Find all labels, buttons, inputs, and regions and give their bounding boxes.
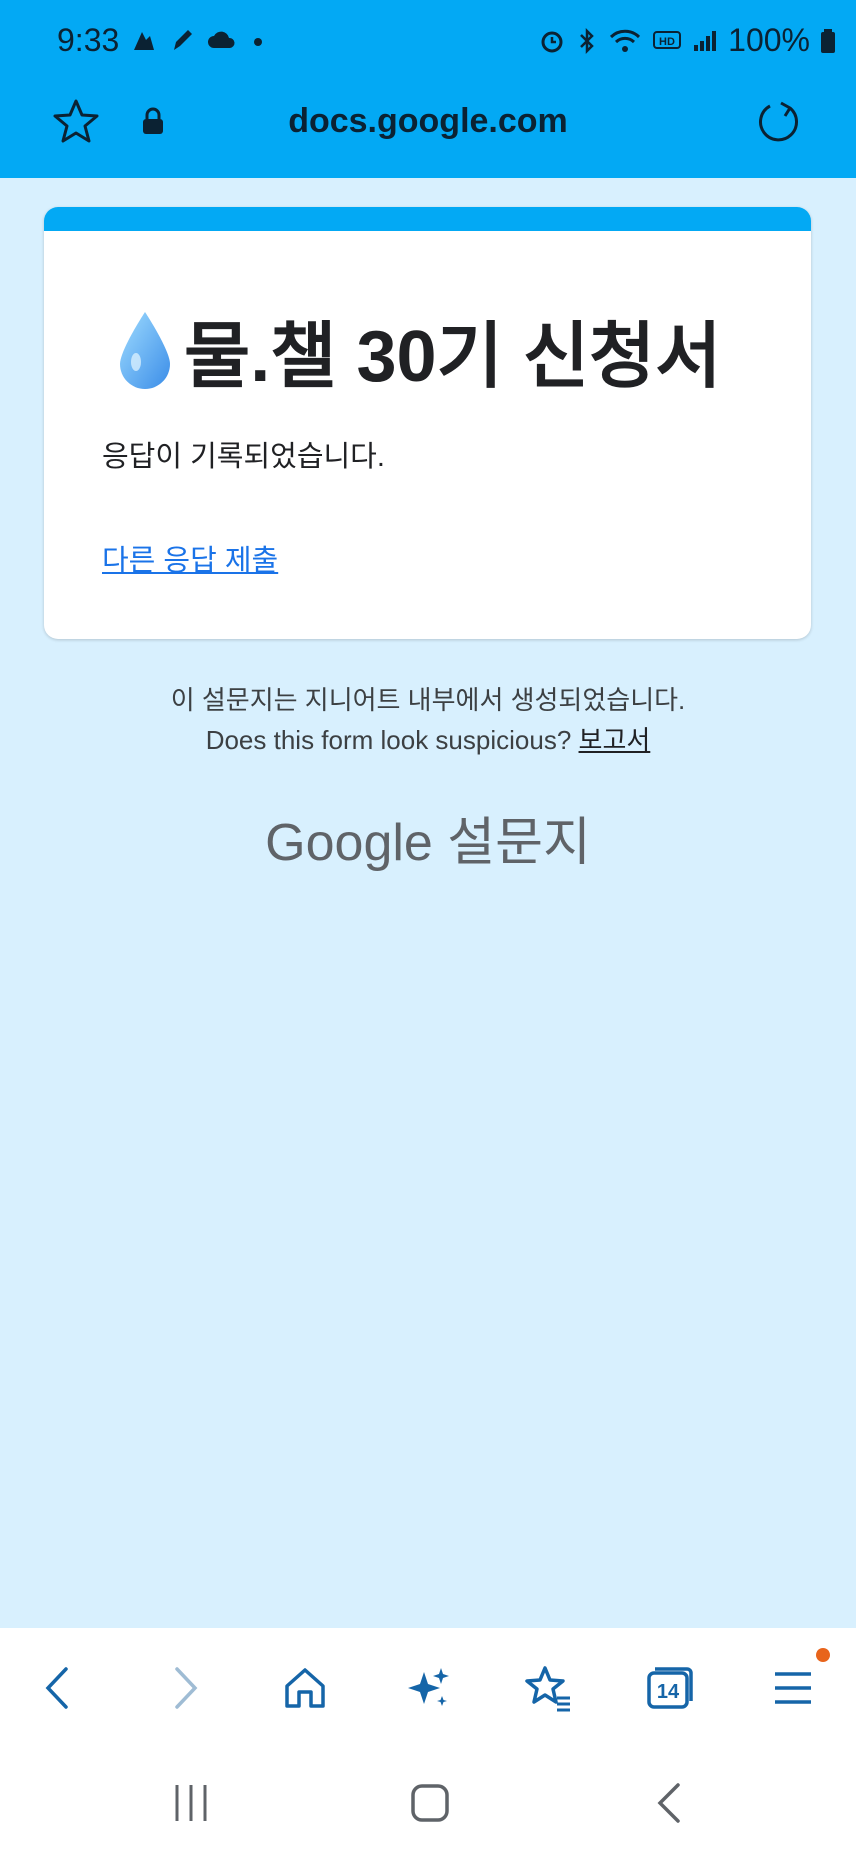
submit-another-link[interactable]: 다른 응답 제출 bbox=[102, 537, 278, 579]
form-title: 물.챌 30기 신청서 bbox=[116, 297, 722, 402]
back-icon bbox=[45, 1667, 68, 1709]
tabs-icon: 14 bbox=[647, 1667, 693, 1709]
hd-icon: HD bbox=[653, 30, 682, 49]
status-right: HD 100% bbox=[538, 22, 836, 59]
menu-notification-dot bbox=[816, 1648, 830, 1662]
back-chevron-icon bbox=[657, 1783, 680, 1823]
forward-button[interactable] bbox=[155, 1658, 215, 1718]
bluetooth-icon bbox=[580, 27, 594, 54]
menu-icon bbox=[775, 1672, 811, 1704]
battery-percent: 100% bbox=[728, 22, 810, 58]
report-link[interactable]: 보고서 bbox=[579, 725, 651, 755]
browser-top-bar: 9:33 HD 100% docs.google.com bbox=[0, 0, 856, 178]
created-in-notice: 이 설문지는 지니어트 내부에서 생성되었습니다. bbox=[170, 685, 686, 715]
reload-icon[interactable] bbox=[752, 96, 804, 148]
alarm-icon bbox=[541, 31, 563, 52]
home-square-icon bbox=[411, 1784, 449, 1822]
cloud-icon bbox=[208, 31, 235, 48]
browser-bottom-nav: 14 bbox=[0, 1628, 856, 1758]
home-button[interactable] bbox=[275, 1658, 335, 1718]
home-system-button[interactable] bbox=[400, 1778, 460, 1828]
status-time: 9:33 bbox=[57, 22, 120, 58]
ai-assist-button[interactable] bbox=[398, 1658, 458, 1718]
recent-apps-button[interactable] bbox=[161, 1778, 221, 1828]
forms-wordmark: 설문지 bbox=[447, 814, 591, 872]
app-notification-icon bbox=[134, 32, 154, 50]
tabs-button[interactable]: 14 bbox=[640, 1658, 700, 1718]
menu-button[interactable] bbox=[763, 1658, 823, 1718]
recent-apps-icon bbox=[175, 1785, 207, 1821]
bookmarks-button[interactable] bbox=[518, 1658, 578, 1718]
sparkle-icon bbox=[408, 1668, 449, 1706]
svg-text:HD: HD bbox=[659, 36, 675, 48]
dot-icon bbox=[254, 38, 262, 46]
back-button[interactable] bbox=[28, 1658, 88, 1718]
signal-icon bbox=[694, 30, 717, 51]
system-nav-bar bbox=[0, 1758, 856, 1855]
suspicious-notice: Does this form look suspicious? 보고서 bbox=[0, 720, 856, 757]
google-wordmark: Google bbox=[265, 814, 433, 872]
bookmark-star-icon bbox=[525, 1666, 570, 1712]
suspicious-text: Does this form look suspicious? bbox=[205, 725, 572, 755]
back-system-button[interactable] bbox=[640, 1778, 700, 1828]
battery-icon bbox=[821, 28, 835, 53]
response-card: 물.챌 30기 신청서 응답이 기록되었습니다. 다른 응답 제출 bbox=[44, 207, 811, 639]
confirmation-message: 응답이 기록되었습니다. bbox=[102, 441, 385, 473]
tab-count: 14 bbox=[657, 1681, 680, 1703]
wifi-icon bbox=[610, 29, 641, 52]
card-accent-bar bbox=[44, 207, 811, 231]
form-title-text: 물.챌 30기 신청서 bbox=[184, 317, 722, 397]
forward-icon bbox=[175, 1667, 198, 1709]
google-forms-logo[interactable]: Google 설문지 bbox=[0, 800, 856, 875]
home-icon bbox=[285, 1668, 325, 1708]
notification-icons bbox=[130, 26, 268, 54]
water-drop-icon bbox=[120, 311, 170, 389]
url-bar: docs.google.com bbox=[0, 84, 856, 178]
status-bar: 9:33 HD 100% bbox=[0, 0, 856, 84]
pen-notification-icon bbox=[174, 30, 192, 50]
url-text[interactable]: docs.google.com bbox=[0, 102, 856, 141]
